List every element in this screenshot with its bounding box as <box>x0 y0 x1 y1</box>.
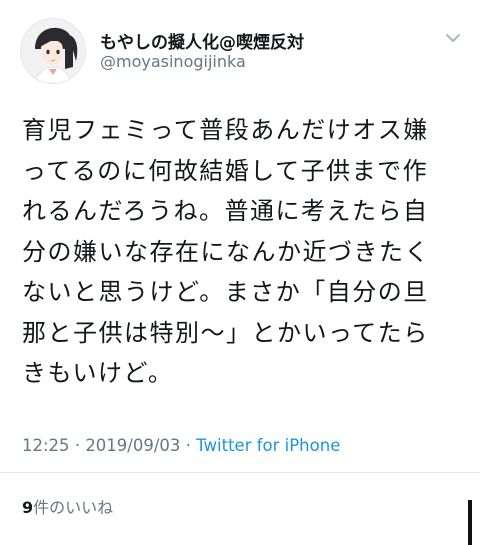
likes-count: 9 <box>22 498 34 517</box>
meta-separator: · <box>69 436 86 455</box>
likes-stat[interactable]: 9件のいいね <box>22 494 113 518</box>
likes-label: 件のいいね <box>33 498 114 517</box>
author-handle[interactable]: @moyasinogijinka <box>100 52 246 71</box>
avatar-illustration-icon <box>21 19 85 83</box>
edge-mark <box>468 500 472 545</box>
tweet-meta: 12:25 · 2019/09/03 · Twitter for iPhone <box>22 436 340 455</box>
tweet-date[interactable]: 2019/09/03 <box>85 436 180 455</box>
tweet-time[interactable]: 12:25 <box>22 436 70 455</box>
tweet-source-link[interactable]: Twitter for iPhone <box>196 436 340 455</box>
tweet-text: 育児フェミって普段あんだけオス嫌 ってるのに何故結婚して子供まで作 れるんだろう… <box>22 116 430 387</box>
avatar[interactable] <box>20 18 86 84</box>
author-display-name[interactable]: もやしの擬人化@喫煙反対 <box>100 28 304 53</box>
meta-separator: · <box>180 436 197 455</box>
tweet-card: もやしの擬人化@喫煙反対 @moyasinogijinka 育児フェミって普段あ… <box>0 0 480 545</box>
chevron-down-icon[interactable] <box>443 30 463 46</box>
divider <box>0 472 480 473</box>
